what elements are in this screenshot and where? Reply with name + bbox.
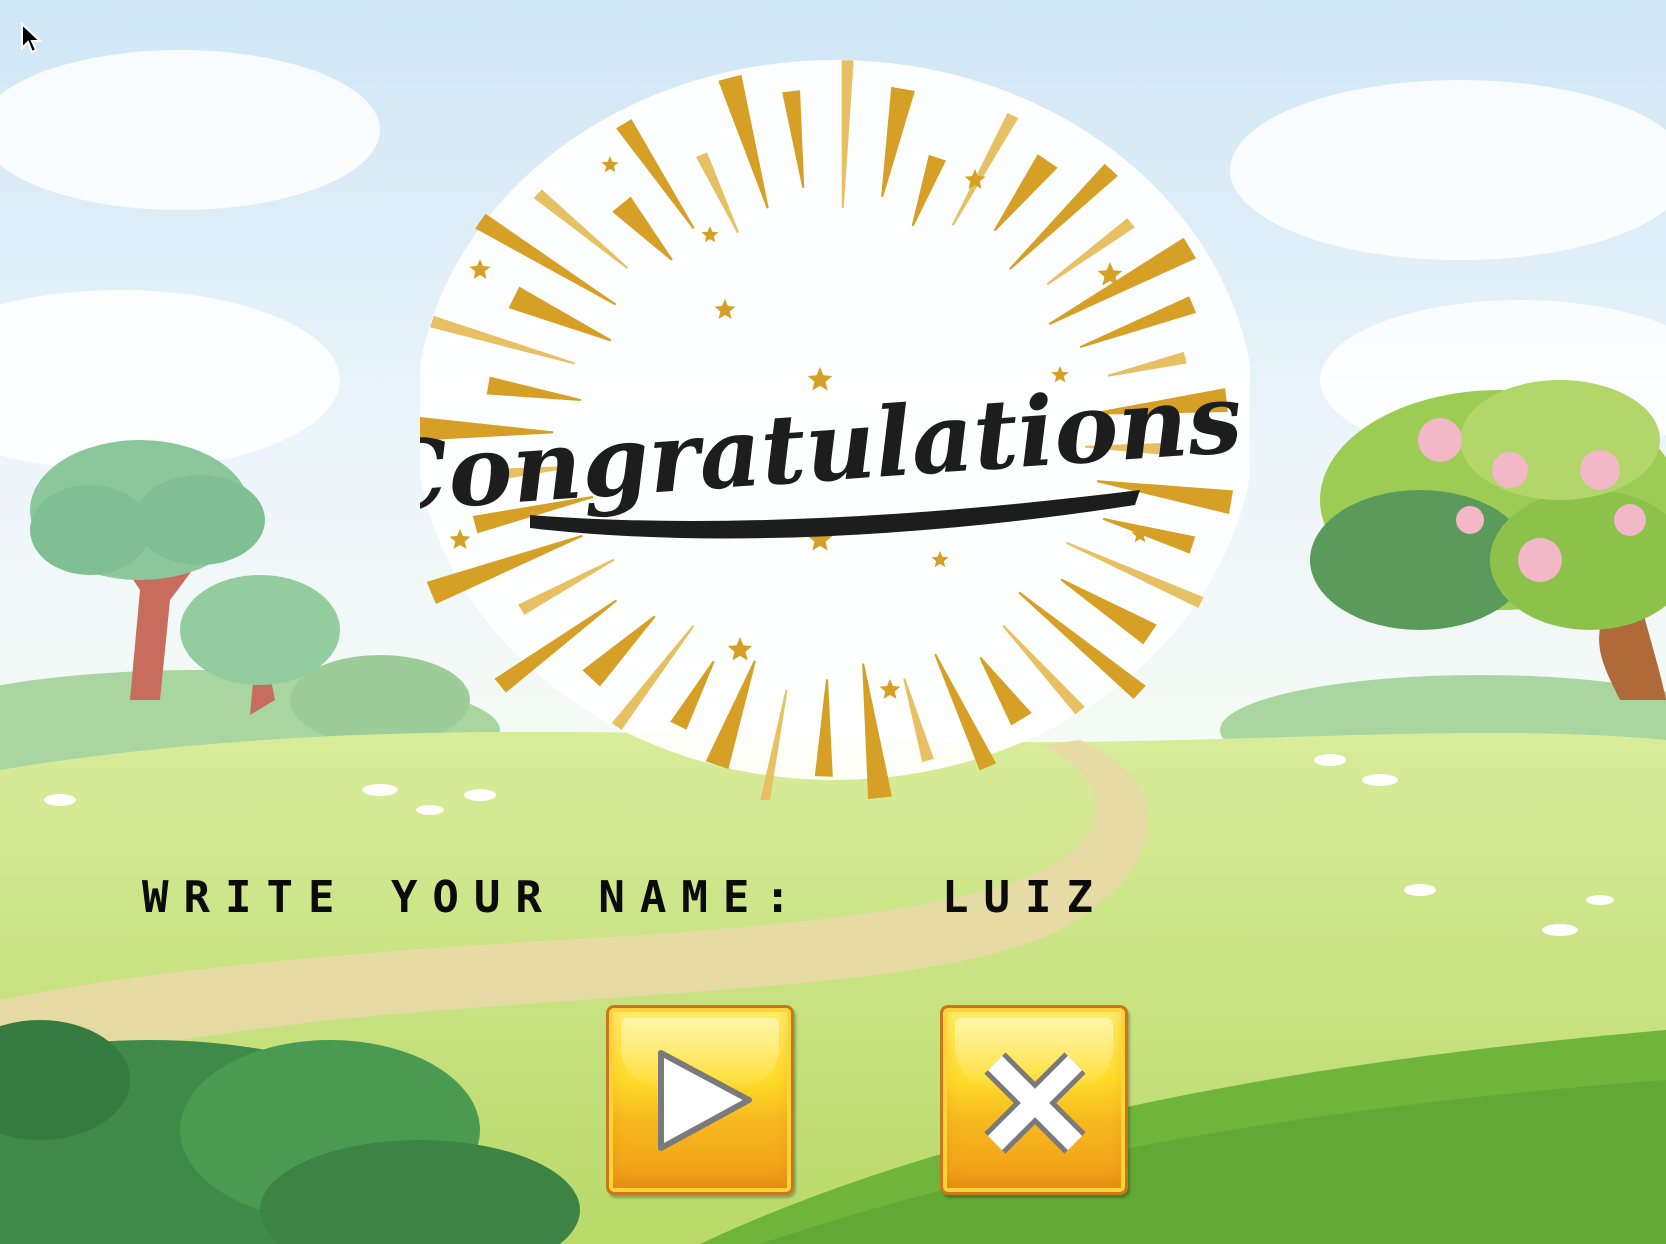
play-button[interactable] <box>606 1005 794 1195</box>
name-prompt-label: WRITE YOUR NAME: <box>142 872 806 923</box>
name-entry-row: WRITE YOUR NAME: LUIZ <box>142 872 1093 932</box>
congratulations-banner: Congratulations! <box>420 60 1250 800</box>
mouse-pointer-icon <box>21 22 43 54</box>
close-x-icon <box>984 1052 1086 1154</box>
close-button[interactable] <box>940 1005 1128 1195</box>
play-icon <box>658 1050 752 1151</box>
name-input[interactable]: LUIZ <box>942 872 1108 923</box>
